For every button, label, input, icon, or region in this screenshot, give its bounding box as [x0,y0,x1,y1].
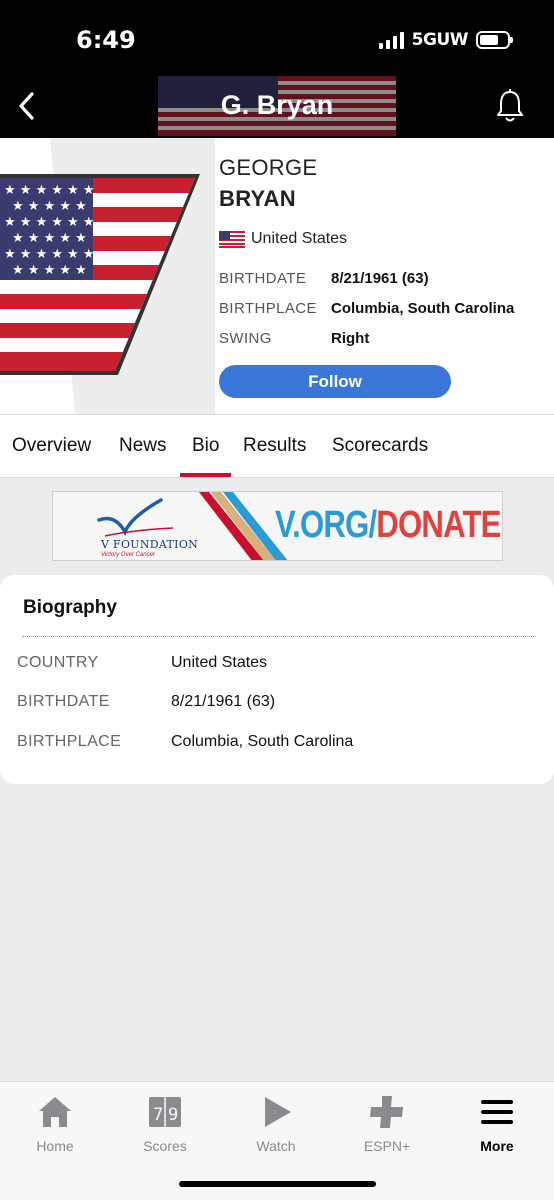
birthplace-label: BIRTHPLACE [219,300,317,317]
nav-scores-label: Scores [143,1138,187,1154]
nav-watch-label: Watch [256,1138,296,1154]
status-bar: 6:49 5GUW [0,0,554,74]
birthdate-value: 8/21/1961 (63) [331,270,429,287]
network-label: 5GUW [411,30,469,50]
battery-icon [476,31,513,49]
tab-bar: Overview News Bio Results Scorecards [0,414,554,478]
player-last-name: BRYAN [219,186,296,211]
tab-bio[interactable]: Bio [192,435,219,457]
birthdate-label: BIRTHDATE [219,270,307,287]
svg-text:7: 7 [153,1105,163,1125]
bio-label: COUNTRY [17,654,99,671]
tab-overview[interactable]: Overview [12,435,91,457]
bio-value: 8/21/1961 (63) [171,693,276,710]
ad-cta-text: V.ORG/DONATE [275,504,501,547]
nav-more[interactable]: More [442,1092,552,1154]
birthdate-row: BIRTHDATE 8/21/1961 (63) [219,270,429,287]
active-tab-indicator [180,473,231,477]
bell-icon [497,89,523,122]
ad-banner[interactable]: V FOUNDATION Victory Over Cancer V.ORG/D… [52,491,503,561]
page-title: G. Bryan [220,90,334,120]
svg-text:9: 9 [168,1105,178,1125]
svg-text:★ ★ ★ ★ ★ ★: ★ ★ ★ ★ ★ ★ [4,247,95,262]
notification-button[interactable] [494,88,526,124]
nav-header: G. Bryan [0,74,554,138]
us-flag-icon [219,230,245,248]
swing-value: Right [331,330,370,347]
nav-espn-plus[interactable]: ESPN+ [332,1092,442,1154]
biography-card: Biography COUNTRY United States BIRTHDAT… [0,575,554,784]
bio-label: BIRTHDATE [17,693,110,710]
player-flag-image: ★ ★ ★ ★ ★ ★ ★ ★ ★ ★ ★ ★ ★ ★ ★ ★ ★ ★ ★ ★ … [0,138,215,414]
bio-row-country: COUNTRY United States [17,654,267,672]
player-country-label: United States [251,230,348,247]
play-icon [265,1097,291,1127]
biography-divider [22,636,536,637]
status-indicators: 5GUW [378,30,513,50]
scores-icon: 7 9 [149,1097,181,1127]
tab-news[interactable]: News [119,435,167,457]
tab-results[interactable]: Results [243,435,306,457]
bio-row-birthplace: BIRTHPLACE Columbia, South Carolina [17,733,353,751]
nav-home[interactable]: Home [0,1092,110,1154]
tab-scorecards[interactable]: Scorecards [332,435,428,457]
nav-scores[interactable]: 7 9 Scores [110,1092,220,1154]
swing-label: SWING [219,330,272,347]
ad-cta-part2: DONATE [376,504,501,546]
bio-value: Columbia, South Carolina [171,733,354,750]
status-time: 6:49 [76,26,136,54]
home-icon [39,1097,71,1127]
svg-text:★ ★ ★ ★ ★: ★ ★ ★ ★ ★ [12,231,87,246]
home-indicator [179,1181,376,1187]
player-first-name: GEORGE [219,155,318,180]
signal-icon [378,31,404,49]
nav-espn-plus-label: ESPN+ [363,1138,411,1154]
bio-row-birthdate: BIRTHDATE 8/21/1961 (63) [17,693,275,711]
svg-text:★ ★ ★ ★ ★: ★ ★ ★ ★ ★ [12,199,87,214]
nav-more-label: More [480,1138,514,1154]
biography-title: Biography [23,597,117,618]
plus-icon [370,1096,403,1128]
follow-button[interactable]: Follow [219,365,451,398]
svg-text:★ ★ ★ ★ ★: ★ ★ ★ ★ ★ [12,263,87,278]
bio-label: BIRTHPLACE [17,733,122,750]
menu-icon [481,1100,513,1124]
birthplace-value: Columbia, South Carolina [331,300,515,317]
svg-text:★ ★ ★ ★ ★ ★: ★ ★ ★ ★ ★ ★ [4,215,95,230]
nav-watch[interactable]: Watch [221,1092,331,1154]
svg-text:★ ★ ★ ★ ★ ★: ★ ★ ★ ★ ★ ★ [4,183,95,198]
birthplace-row: BIRTHPLACE Columbia, South Carolina [219,300,514,317]
nav-home-label: Home [36,1138,74,1154]
player-country: United States [219,230,347,248]
ad-cta-part1: V.ORG/ [275,504,377,546]
player-card: ★ ★ ★ ★ ★ ★ ★ ★ ★ ★ ★ ★ ★ ★ ★ ★ ★ ★ ★ ★ … [0,138,554,414]
swing-row: SWING Right [219,330,369,347]
ad-logo-tagline: Victory Over Cancer [101,552,155,558]
bio-value: United States [171,654,268,671]
ad-logo-name: V FOUNDATION [101,538,199,551]
